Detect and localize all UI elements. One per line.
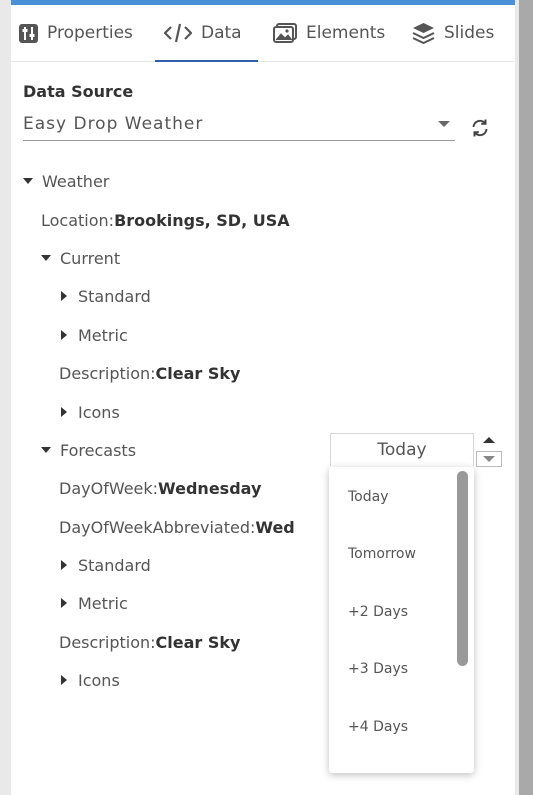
tree-node-forecasts[interactable]: Forecasts	[41, 437, 136, 463]
forecast-day-select[interactable]: Today	[330, 433, 474, 466]
dropdown-option[interactable]: +3 Days	[348, 661, 408, 677]
tab-label: Properties	[47, 23, 133, 43]
dropdown-scrollbar[interactable]	[457, 471, 468, 666]
field-key: Description:	[59, 632, 156, 652]
caret-right-icon	[59, 407, 69, 417]
caret-right-icon	[59, 330, 69, 340]
forecast-day-spinner	[476, 433, 502, 467]
forecast-day-value: Today	[377, 440, 427, 460]
field-value: Brookings, SD, USA	[114, 210, 290, 230]
tree-label: Current	[60, 248, 121, 268]
layers-icon	[412, 22, 435, 44]
refresh-icon[interactable]	[470, 118, 490, 138]
tree-field-location[interactable]: Location: Brookings, SD, USA	[41, 207, 290, 233]
window-edge	[519, 0, 533, 795]
data-source-title: Data Source	[23, 82, 134, 101]
field-key: DayOfWeekAbbreviated:	[59, 517, 256, 537]
tab-properties[interactable]: Properties	[19, 5, 133, 61]
tree-label: Weather	[42, 171, 110, 191]
data-source-select[interactable]: Easy Drop Weather	[23, 110, 455, 141]
tab-elements[interactable]: Elements	[273, 5, 385, 61]
tab-label: Data	[201, 23, 242, 43]
tab-bar: Properties Data Elements Slides	[11, 5, 515, 62]
tree-field-current-description[interactable]: Description: Clear Sky	[59, 360, 240, 386]
tree-node-weather[interactable]: Weather	[23, 168, 109, 194]
tree-label: Icons	[78, 670, 120, 690]
dropdown-option[interactable]: +4 Days	[348, 719, 408, 735]
tab-slides[interactable]: Slides	[412, 5, 494, 61]
caret-right-icon	[59, 291, 69, 301]
tree-node-forecast-standard[interactable]: Standard	[59, 552, 151, 578]
tab-data[interactable]: Data	[155, 5, 258, 62]
tree-field-dayofweek[interactable]: DayOfWeek: Wednesday	[59, 475, 261, 501]
spin-up-icon[interactable]	[476, 433, 502, 449]
field-value: Wednesday	[158, 478, 262, 498]
properties-panel: Properties Data Elements Slides Data Sou…	[11, 0, 515, 795]
caret-down-icon	[23, 176, 33, 186]
caret-down-icon	[41, 253, 51, 263]
dropdown-option[interactable]: Today	[348, 489, 389, 505]
forecast-day-dropdown: Today Tomorrow +2 Days +3 Days +4 Days	[329, 467, 474, 773]
field-key: Description:	[59, 363, 156, 383]
tab-label: Slides	[444, 23, 495, 43]
field-key: DayOfWeek:	[59, 478, 159, 498]
field-value: Clear Sky	[155, 363, 241, 383]
tree-node-current-standard[interactable]: Standard	[59, 283, 151, 309]
code-icon	[164, 23, 192, 43]
dropdown-option[interactable]: +2 Days	[348, 604, 408, 620]
tab-label: Elements	[306, 23, 386, 43]
tree-label: Standard	[78, 286, 151, 306]
tree-node-forecast-metric[interactable]: Metric	[59, 590, 128, 616]
field-value: Clear Sky	[155, 632, 241, 652]
field-key: Location:	[41, 210, 115, 230]
caret-down-icon	[41, 445, 51, 455]
tree-label: Metric	[78, 593, 128, 613]
caret-right-icon	[59, 598, 69, 608]
tree-label: Standard	[78, 555, 151, 575]
tree-label: Forecasts	[60, 440, 137, 460]
tree-label: Icons	[78, 402, 120, 422]
tree-node-current[interactable]: Current	[41, 245, 120, 271]
caret-right-icon	[59, 560, 69, 570]
spin-down-icon[interactable]	[476, 451, 502, 467]
tree-field-dayofweekabbreviated[interactable]: DayOfWeekAbbreviated: Wed	[59, 514, 295, 540]
caret-right-icon	[59, 675, 69, 685]
tree-node-current-icons[interactable]: Icons	[59, 399, 120, 425]
tree-node-forecast-icons[interactable]: Icons	[59, 667, 120, 693]
field-value: Wed	[255, 517, 295, 537]
data-source-value: Easy Drop Weather	[23, 114, 204, 134]
dropdown-option[interactable]: Tomorrow	[348, 546, 416, 562]
image-icon	[273, 23, 297, 43]
tree-field-forecast-description[interactable]: Description: Clear Sky	[59, 629, 240, 655]
tree-node-current-metric[interactable]: Metric	[59, 322, 128, 348]
caret-down-icon	[438, 121, 450, 127]
tree-label: Metric	[78, 325, 128, 345]
sliders-icon	[19, 23, 38, 43]
